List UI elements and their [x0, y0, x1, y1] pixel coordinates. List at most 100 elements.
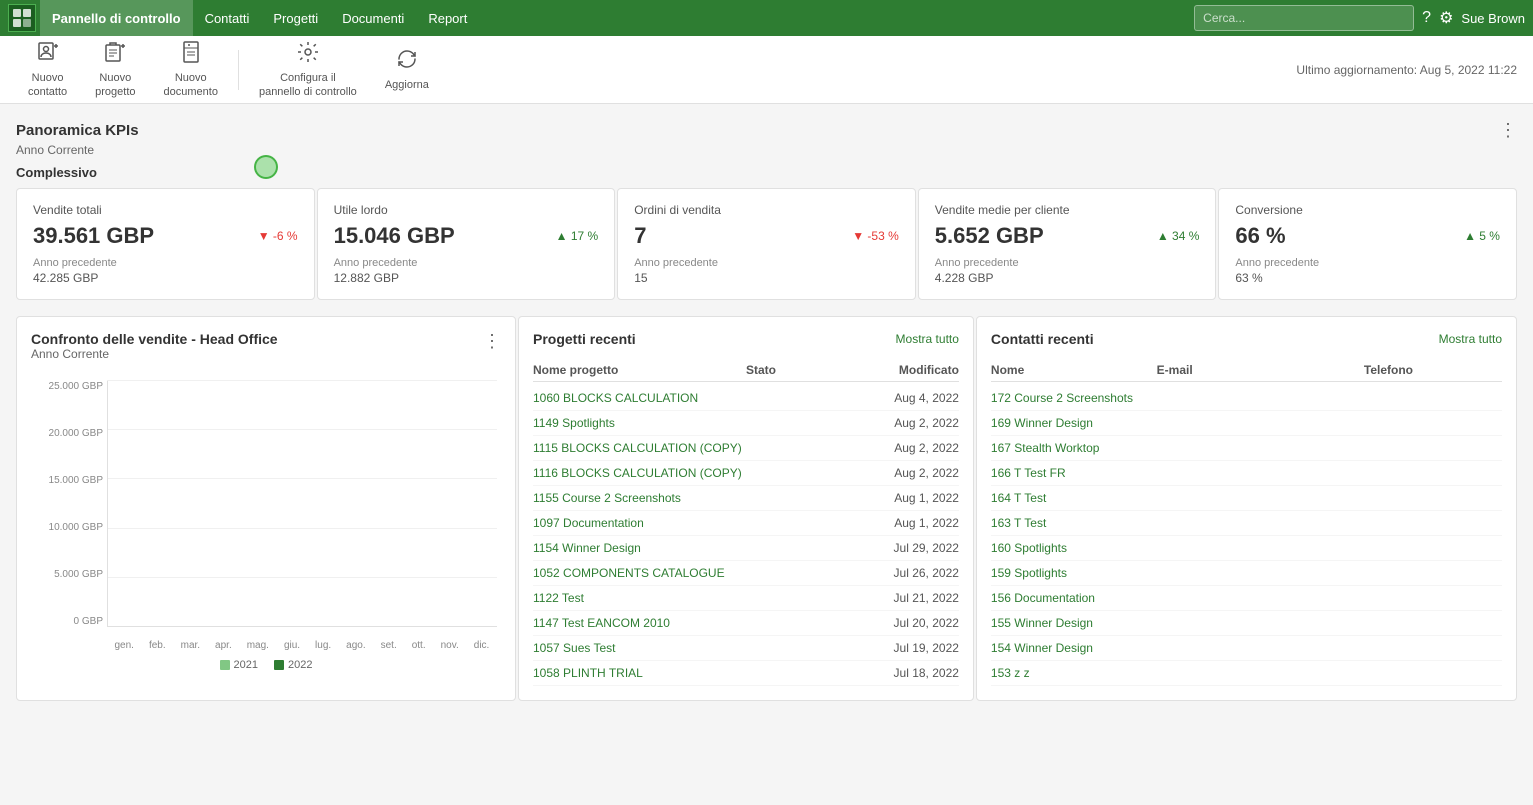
- project-icon: [103, 40, 127, 70]
- table-row[interactable]: 1155 Course 2 Screenshots Aug 1, 2022: [533, 486, 959, 511]
- table-row[interactable]: 156 Documentation: [991, 586, 1502, 611]
- project-name[interactable]: 1058 PLINTH TRIAL: [533, 666, 746, 680]
- table-row[interactable]: 1149 Spotlights Aug 2, 2022: [533, 411, 959, 436]
- kpi-label: Vendite medie per cliente: [935, 203, 1200, 217]
- kpi-menu-icon[interactable]: ⋮: [1499, 120, 1517, 141]
- kpi-value: 15.046 GBP: [334, 223, 455, 249]
- table-row[interactable]: 166 T Test FR: [991, 461, 1502, 486]
- refresh-button[interactable]: Aggiorna: [373, 43, 441, 96]
- table-row[interactable]: 163 T Test: [991, 511, 1502, 536]
- sales-chart-panel: Confronto delle vendite - Head Office An…: [16, 316, 516, 701]
- contact-name[interactable]: 167 Stealth Worktop: [991, 441, 1157, 455]
- kpi-label: Ordini di vendita: [634, 203, 899, 217]
- kpi-card-utile-lordo: Utile lordo 15.046 GBP ▲ 17 % Anno prece…: [317, 188, 616, 300]
- project-name[interactable]: 1154 Winner Design: [533, 541, 746, 555]
- project-name[interactable]: 1115 BLOCKS CALCULATION (COPY): [533, 441, 746, 455]
- y-label: 15.000 GBP: [49, 475, 103, 486]
- chart-menu-icon[interactable]: ⋮: [483, 331, 501, 352]
- project-name[interactable]: 1149 Spotlights: [533, 416, 746, 430]
- kpi-prev-label: Anno precedente: [935, 257, 1200, 269]
- contacts-table-header: Nome E-mail Telefono: [991, 359, 1502, 382]
- new-project-button[interactable]: Nuovoprogetto: [83, 36, 147, 102]
- project-name[interactable]: 1122 Test: [533, 591, 746, 605]
- top-navigation: Pannello di controllo Contatti Progetti …: [0, 0, 1533, 36]
- projects-panel: Progetti recenti Mostra tutto Nome proge…: [518, 316, 974, 701]
- contact-name[interactable]: 172 Course 2 Screenshots: [991, 391, 1157, 405]
- kpi-prev-label: Anno precedente: [33, 257, 298, 269]
- table-row[interactable]: 169 Winner Design: [991, 411, 1502, 436]
- toolbar-separator: [238, 50, 239, 90]
- table-row[interactable]: 1147 Test EANCOM 2010 Jul 20, 2022: [533, 611, 959, 636]
- contacts-show-all[interactable]: Mostra tutto: [1439, 332, 1502, 346]
- new-contact-button[interactable]: Nuovocontatto: [16, 36, 79, 102]
- project-modified: Aug 2, 2022: [852, 441, 958, 455]
- table-row[interactable]: 1060 BLOCKS CALCULATION Aug 4, 2022: [533, 386, 959, 411]
- help-icon[interactable]: ?: [1422, 9, 1431, 27]
- table-row[interactable]: 1122 Test Jul 21, 2022: [533, 586, 959, 611]
- table-row[interactable]: 167 Stealth Worktop: [991, 436, 1502, 461]
- contact-name[interactable]: 154 Winner Design: [991, 641, 1157, 655]
- table-row[interactable]: 164 T Test: [991, 486, 1502, 511]
- table-row[interactable]: 154 Winner Design: [991, 636, 1502, 661]
- contact-name[interactable]: 156 Documentation: [991, 591, 1157, 605]
- kpi-prev-label: Anno precedente: [334, 257, 599, 269]
- user-name[interactable]: Sue Brown: [1461, 11, 1525, 26]
- table-row[interactable]: 172 Course 2 Screenshots: [991, 386, 1502, 411]
- kpi-value: 7: [634, 223, 646, 249]
- table-row[interactable]: 159 Spotlights: [991, 561, 1502, 586]
- table-row[interactable]: 1115 BLOCKS CALCULATION (COPY) Aug 2, 20…: [533, 436, 959, 461]
- kpi-value-row: 5.652 GBP ▲ 34 %: [935, 223, 1200, 249]
- refresh-icon: [395, 47, 419, 77]
- table-row[interactable]: 1057 Sues Test Jul 19, 2022: [533, 636, 959, 661]
- chart-subtitle: Anno Corrente: [31, 347, 278, 361]
- table-row[interactable]: 1097 Documentation Aug 1, 2022: [533, 511, 959, 536]
- kpi-label: Utile lordo: [334, 203, 599, 217]
- project-name[interactable]: 1097 Documentation: [533, 516, 746, 530]
- table-row[interactable]: 1116 BLOCKS CALCULATION (COPY) Aug 2, 20…: [533, 461, 959, 486]
- table-row[interactable]: 1058 PLINTH TRIAL Jul 18, 2022: [533, 661, 959, 686]
- project-modified: Aug 1, 2022: [852, 491, 958, 505]
- configure-dashboard-button[interactable]: Configura ilpannello di controllo: [247, 36, 369, 102]
- projects-table-header: Nome progetto Stato Modificato: [533, 359, 959, 382]
- project-name[interactable]: 1155 Course 2 Screenshots: [533, 491, 746, 505]
- contact-name[interactable]: 159 Spotlights: [991, 566, 1157, 580]
- search-input[interactable]: [1194, 5, 1414, 31]
- project-modified: Aug 2, 2022: [852, 466, 958, 480]
- contact-name[interactable]: 163 T Test: [991, 516, 1157, 530]
- table-row[interactable]: 160 Spotlights: [991, 536, 1502, 561]
- table-row[interactable]: 1052 COMPONENTS CATALOGUE Jul 26, 2022: [533, 561, 959, 586]
- projects-list: 1060 BLOCKS CALCULATION Aug 4, 2022 1149…: [533, 386, 959, 686]
- nav-report[interactable]: Report: [416, 0, 479, 36]
- kpi-card-vendite-medie: Vendite medie per cliente 5.652 GBP ▲ 34…: [918, 188, 1217, 300]
- contact-name[interactable]: 160 Spotlights: [991, 541, 1157, 555]
- document-icon: [179, 40, 203, 70]
- legend-dot-2022: [274, 660, 284, 670]
- col-modified-label: Modificato: [852, 363, 958, 377]
- project-name[interactable]: 1060 BLOCKS CALCULATION: [533, 391, 746, 405]
- contact-name[interactable]: 166 T Test FR: [991, 466, 1157, 480]
- contacts-header: Contatti recenti Mostra tutto: [991, 331, 1502, 347]
- legend-dot-2021: [220, 660, 230, 670]
- settings-icon[interactable]: ⚙: [1439, 8, 1453, 28]
- project-name[interactable]: 1147 Test EANCOM 2010: [533, 616, 746, 630]
- table-row[interactable]: 153 z z: [991, 661, 1502, 686]
- project-name[interactable]: 1052 COMPONENTS CATALOGUE: [533, 566, 746, 580]
- nav-documenti[interactable]: Documenti: [330, 0, 416, 36]
- nav-pannello[interactable]: Pannello di controllo: [40, 0, 193, 36]
- contact-name[interactable]: 164 T Test: [991, 491, 1157, 505]
- contact-name[interactable]: 169 Winner Design: [991, 416, 1157, 430]
- contact-name[interactable]: 155 Winner Design: [991, 616, 1157, 630]
- contacts-panel: Contatti recenti Mostra tutto Nome E-mai…: [976, 316, 1517, 701]
- nav-progetti[interactable]: Progetti: [261, 0, 330, 36]
- chart-area: 25.000 GBP 20.000 GBP 15.000 GBP 10.000 …: [31, 381, 501, 651]
- project-name[interactable]: 1057 Sues Test: [533, 641, 746, 655]
- projects-show-all[interactable]: Mostra tutto: [896, 332, 959, 346]
- new-document-button[interactable]: Nuovodocumento: [152, 36, 230, 102]
- table-row[interactable]: 1154 Winner Design Jul 29, 2022: [533, 536, 959, 561]
- project-name[interactable]: 1116 BLOCKS CALCULATION (COPY): [533, 466, 746, 480]
- table-row[interactable]: 155 Winner Design: [991, 611, 1502, 636]
- nav-contatti[interactable]: Contatti: [193, 0, 262, 36]
- kpi-title: Panoramica KPIs: [16, 122, 139, 139]
- contact-name[interactable]: 153 z z: [991, 666, 1157, 680]
- project-modified: Jul 19, 2022: [852, 641, 958, 655]
